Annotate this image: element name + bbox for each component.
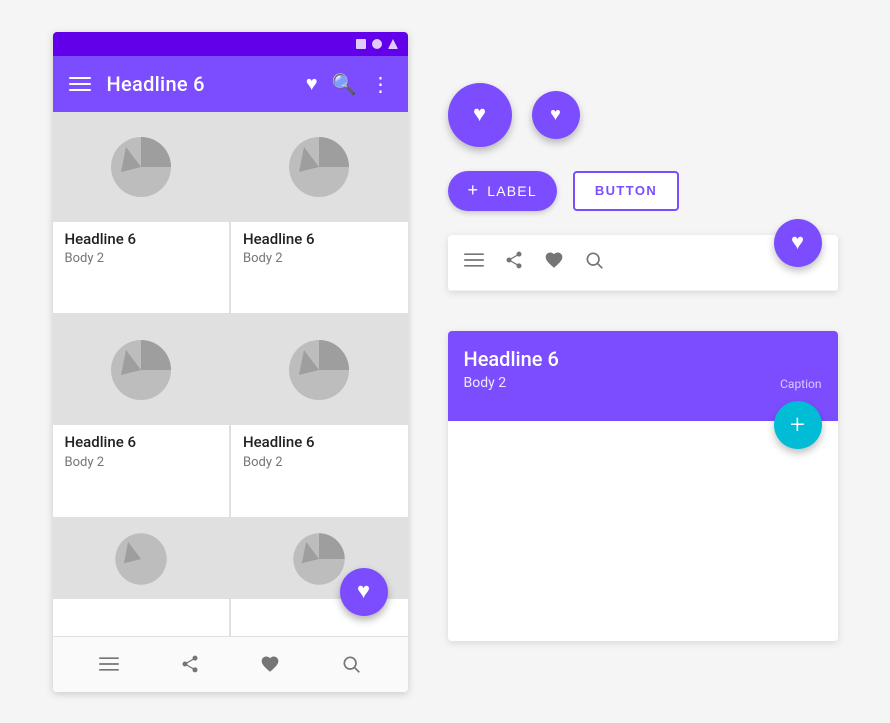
search-icon-nav[interactable] xyxy=(335,648,367,680)
status-icon-rect xyxy=(356,39,366,49)
search-icon[interactable]: 🔍 xyxy=(332,72,357,96)
card-headline: Headline 6 xyxy=(464,347,822,371)
grid-headline-3: Headline 6 xyxy=(65,433,218,453)
fab-large[interactable]: ♥ xyxy=(448,83,512,147)
grid-headline-2: Headline 6 xyxy=(243,230,396,250)
plus-icon: + xyxy=(468,180,480,201)
favorite-icon-nav[interactable] xyxy=(254,648,286,680)
card-body: Body 2 xyxy=(464,375,507,391)
app-bar-title: Headline 6 xyxy=(107,72,290,96)
share-icon-appbar[interactable] xyxy=(504,250,524,275)
share-icon-nav[interactable] xyxy=(174,648,206,680)
status-bar xyxy=(53,32,408,56)
grid-headline-4: Headline 6 xyxy=(243,433,396,453)
grid-cell-4: Headline 6 Body 2 xyxy=(231,315,408,517)
grid-cell-2: Headline 6 Body 2 xyxy=(231,112,408,314)
fab-phone[interactable]: ♥ xyxy=(340,568,388,616)
right-panel: ♥ ♥ + LABEL BUTTON xyxy=(448,83,838,641)
grid-body-2: Body 2 xyxy=(243,251,396,266)
grid-text-3: Headline 6 Body 2 xyxy=(53,425,230,480)
search-icon-appbar[interactable] xyxy=(584,250,604,275)
status-icon-triangle xyxy=(388,39,398,49)
grid-cell-5 xyxy=(53,519,230,636)
bottom-nav xyxy=(53,636,408,692)
card-content xyxy=(448,421,838,641)
favorite-icon-large: ♥ xyxy=(473,104,486,126)
app-bar: Headline 6 ♥ 🔍 ⋮ xyxy=(53,56,408,112)
fab-appbar[interactable]: ♥ xyxy=(774,219,822,267)
bottom-appbar-section: ♥ xyxy=(448,235,838,291)
grid-image-1 xyxy=(53,112,230,222)
fab-card[interactable]: + xyxy=(774,401,822,449)
menu-icon[interactable] xyxy=(69,77,91,91)
grid-text-2: Headline 6 Body 2 xyxy=(231,222,408,277)
fab-row: ♥ ♥ xyxy=(448,83,838,147)
grid-text-4: Headline 6 Body 2 xyxy=(231,425,408,480)
grid-image-2 xyxy=(231,112,408,222)
favorite-icon-appbar-fab: ♥ xyxy=(791,232,804,254)
phone-mockup: Headline 6 ♥ 🔍 ⋮ Headline 6 Body 2 xyxy=(53,32,408,692)
grid-content: Headline 6 Body 2 Headline 6 Body 2 xyxy=(53,112,408,636)
status-icon-circle xyxy=(372,39,382,49)
grid-body-1: Body 2 xyxy=(65,251,218,266)
favorite-icon-small: ♥ xyxy=(550,106,561,124)
button-row: + LABEL BUTTON xyxy=(448,171,838,211)
extended-fab-button[interactable]: + LABEL xyxy=(448,171,557,211)
add-icon-fab: + xyxy=(790,412,805,438)
card-header-row: Body 2 Caption xyxy=(464,375,822,391)
card-caption: Caption xyxy=(780,377,821,391)
more-vert-icon[interactable]: ⋮ xyxy=(371,72,392,96)
menu-icon-nav[interactable] xyxy=(93,648,125,680)
grid-cell-1: Headline 6 Body 2 xyxy=(53,112,230,314)
app-bar-actions: ♥ 🔍 ⋮ xyxy=(306,71,392,96)
card-header: Headline 6 Body 2 Caption xyxy=(448,331,838,421)
grid-body-3: Body 2 xyxy=(65,455,218,470)
outlined-button[interactable]: BUTTON xyxy=(573,171,679,211)
grid-body-4: Body 2 xyxy=(243,455,396,470)
grid-text-1: Headline 6 Body 2 xyxy=(53,222,230,277)
fab-small[interactable]: ♥ xyxy=(532,91,580,139)
favorite-icon-fab: ♥ xyxy=(357,581,370,603)
grid-headline-1: Headline 6 xyxy=(65,230,218,250)
grid-image-3 xyxy=(53,315,230,425)
favorite-icon[interactable]: ♥ xyxy=(306,71,318,96)
card-section: Headline 6 Body 2 Caption + xyxy=(448,331,838,641)
grid-image-5 xyxy=(53,519,230,599)
extended-fab-label: LABEL xyxy=(487,183,537,199)
menu-icon-appbar[interactable] xyxy=(464,250,484,275)
favorite-icon-appbar[interactable] xyxy=(544,250,564,275)
grid-cell-3: Headline 6 Body 2 xyxy=(53,315,230,517)
grid-image-4 xyxy=(231,315,408,425)
